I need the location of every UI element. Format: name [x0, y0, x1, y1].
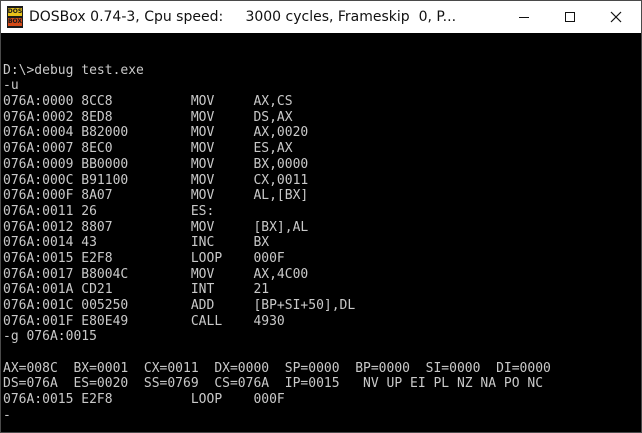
console-line: 076A:000F 8A07 MOV AL,[BX]	[3, 188, 309, 204]
console-line: 076A:0012 8807 MOV [BX],AL	[3, 219, 309, 235]
console-line: 076A:001A CD21 INT 21	[3, 282, 270, 298]
title-bar[interactable]: DOS BOX DOSBox 0.74-3, Cpu speed: 3000 c…	[1, 1, 641, 33]
console-line: 076A:0007 8EC0 MOV ES,AX	[3, 141, 293, 157]
console-line: 076A:0014 43 INC BX	[3, 235, 270, 251]
console-line: -g 076A:0015	[3, 329, 97, 345]
dos-console[interactable]: D:\>debug test.exe -u 076A:0000 8CC8 MOV A…	[1, 33, 641, 432]
console-line: 076A:0004 B82000 MOV AX,0020	[3, 125, 309, 141]
icon-top-text: DOS	[7, 8, 23, 15]
console-line: 076A:0015 E2F8 LOOP 000F	[3, 250, 285, 266]
console-line: 076A:0002 8ED8 MOV DS,AX	[3, 109, 293, 125]
console-line: D:\>debug test.exe	[3, 62, 144, 78]
console-line: -	[3, 407, 11, 423]
console-line: DS=076A ES=0020 SS=0769 CS=076A IP=0015 …	[3, 376, 544, 392]
console-line: 076A:0011 26 ES:	[3, 203, 215, 219]
window-title: DOSBox 0.74-3, Cpu speed: 3000 cycles, F…	[29, 9, 457, 25]
console-line: 076A:001C 005250 ADD [BP+SI+50],DL	[3, 298, 356, 313]
minimize-icon	[519, 17, 529, 18]
close-button[interactable]	[593, 1, 639, 33]
console-line: 076A:0017 B8004C MOV AX,4C00	[3, 266, 309, 282]
console-line: 076A:001F E80E49 CALL 4930	[3, 313, 285, 329]
console-output: D:\>debug test.exe -u 076A:0000 8CC8 MOV A…	[3, 47, 551, 424]
console-line: AX=008C BX=0001 CX=0011 DX=0000 SP=0000 …	[3, 360, 551, 376]
maximize-icon	[565, 12, 575, 22]
maximize-button[interactable]	[547, 1, 593, 33]
console-line: 076A:0009 BB0000 MOV BX,0000	[3, 156, 309, 172]
console-line: 076A:0000 8CC8 MOV AX,CS	[3, 94, 293, 110]
dosbox-app-icon[interactable]: DOS BOX	[7, 6, 23, 28]
minimize-button[interactable]	[501, 1, 547, 33]
console-line: 076A:000C B91100 MOV CX,0011	[3, 172, 309, 188]
close-icon	[610, 11, 622, 23]
icon-bottom-text: BOX	[7, 18, 23, 25]
dosbox-window: DOS BOX DOSBox 0.74-3, Cpu speed: 3000 c…	[0, 0, 642, 433]
console-line: 076A:0015 E2F8 LOOP 000F	[3, 392, 285, 408]
console-line: -u	[3, 78, 19, 94]
